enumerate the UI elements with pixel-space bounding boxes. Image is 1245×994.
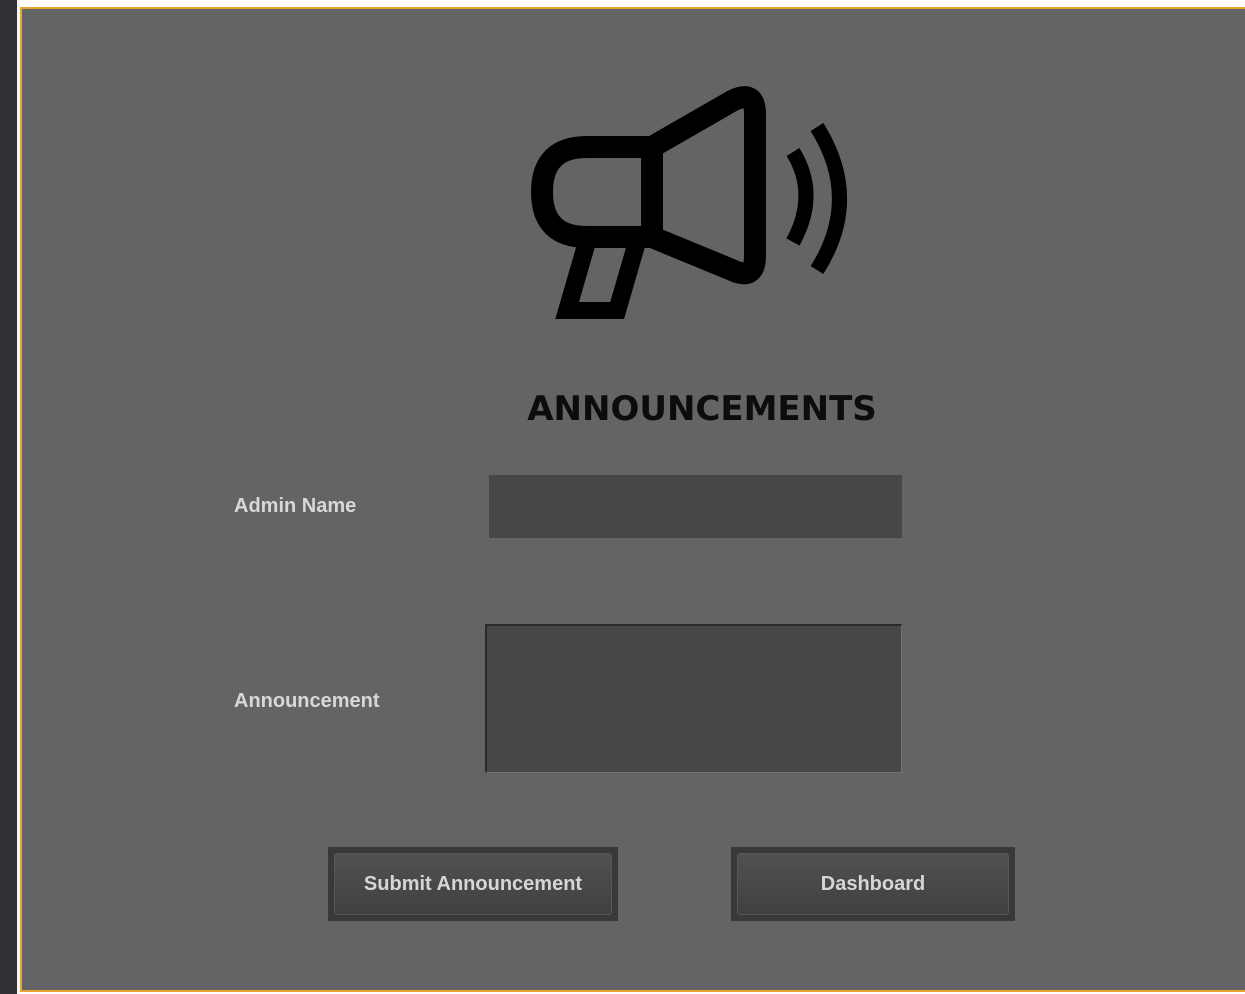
announcements-panel: ANNOUNCEMENTS Admin Name Announcement Su… <box>20 7 1245 992</box>
submit-announcement-button[interactable]: Submit Announcement <box>334 853 612 915</box>
window-left-edge <box>0 0 17 994</box>
admin-name-input[interactable] <box>489 475 902 538</box>
page-title: ANNOUNCEMENTS <box>527 389 877 429</box>
announcements-window: ANNOUNCEMENTS Admin Name Announcement Su… <box>0 0 1245 994</box>
announcement-textarea[interactable] <box>485 624 902 773</box>
dashboard-button[interactable]: Dashboard <box>737 853 1009 915</box>
megaphone-icon <box>531 86 847 319</box>
announcement-label: Announcement <box>234 690 380 712</box>
submit-button-frame: Submit Announcement <box>328 847 618 921</box>
dashboard-button-frame: Dashboard <box>731 847 1015 921</box>
admin-name-label: Admin Name <box>234 495 357 517</box>
